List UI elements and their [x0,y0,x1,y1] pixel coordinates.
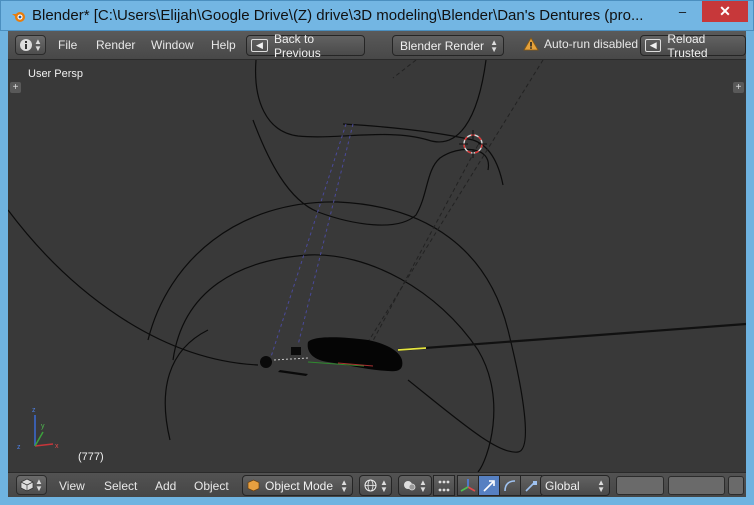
cube-icon [20,478,34,492]
lock-layers-button[interactable] [728,476,744,495]
dashed-line-2 [392,60,417,79]
back-arrow-icon: ◀ [251,39,268,52]
translate-manipulator-button[interactable] [478,475,500,496]
blender-app: ▲ ▼ File Render Window Help ◀ Back to Pre… [8,31,746,497]
minimize-button[interactable]: – [669,1,696,22]
3d-viewport[interactable]: z x y z User Persp + + (777) [8,60,746,472]
curve-big-arc [147,201,527,453]
svg-text:y: y [41,423,45,430]
autorun-warning-label: Auto-run disabled [544,37,639,51]
chevron-updown-icon: ▲ ▼ [490,37,498,54]
transform-axes-icon [460,478,476,492]
svg-text:z: z [17,444,21,451]
chevron-updown-icon: ▲ ▼ [380,477,388,494]
menu-file[interactable]: File [58,38,77,52]
blender-logo-icon [12,12,25,22]
svg-text:z: z [32,407,36,414]
chevron-updown-icon: ▲ ▼ [340,477,348,494]
layers-grid-2[interactable] [668,476,725,495]
pivot-point-select[interactable]: ▲ ▼ [398,475,432,496]
properties-toggle-button[interactable]: + [733,82,744,93]
menu-help[interactable]: Help [211,38,236,52]
editor-type-button[interactable]: ▲ ▼ [16,475,47,495]
curve-arm [342,123,504,186]
back-to-previous-label: Back to Previous [274,31,321,60]
reload-trusted-button[interactable]: ◀ Reload Trusted [640,32,746,60]
chevron-updown-icon: ▲ ▼ [419,477,427,494]
object-mode-icon [247,479,260,492]
warning-icon [523,37,539,51]
blue-dashed-line-2 [297,123,354,346]
menu-add[interactable]: Add [155,479,176,493]
info-icon [20,39,32,51]
viewport-shading-select[interactable]: ▲ ▼ [359,475,392,496]
scale-manipulator-button[interactable] [520,475,542,496]
close-button[interactable]: ✕ [702,1,748,22]
mode-select[interactable]: Object Mode ▲ ▼ [242,475,353,496]
editor-type-button[interactable]: ▲ ▼ [15,35,46,55]
manipulator-toggle-button[interactable] [457,475,479,496]
rotate-manipulator-button[interactable] [499,475,521,496]
selected-edge [397,347,427,351]
move-arrow-icon [483,479,495,492]
back-to-previous-button[interactable]: ◀ Back to Previous [246,32,365,60]
small-object[interactable] [291,347,301,355]
window-titlebar: Blender* [C:\Users\Elijah\Google Drive\(… [0,0,754,31]
rotate-arc-icon [504,479,516,491]
scale-icon [525,480,537,492]
3d-view-header: ▲ ▼ View Select Add Object Object Mode ▲ ▼… [8,472,746,497]
dentures-mesh[interactable] [307,337,403,372]
menu-select[interactable]: Select [104,479,137,493]
white-dashed [273,357,309,361]
curve-left [8,209,259,366]
svg-text:x: x [55,443,59,450]
transform-orientation-select[interactable]: Global ▲ ▼ [540,475,610,496]
frame-number: (777) [78,451,104,463]
mode-value: Object Mode [265,478,334,493]
render-engine-select[interactable]: Blender Render ▲ ▼ [392,35,504,56]
menu-render[interactable]: Render [96,38,135,52]
dots-icon [438,480,450,491]
reload-icon: ◀ [645,39,662,52]
reload-trusted-label: Reload Trusted [667,31,708,60]
empty-object[interactable] [260,356,272,368]
curve-lower-left [164,329,209,441]
window-title: Blender* [C:\Users\Elijah\Google Drive\(… [32,7,644,24]
toolshelf-toggle-button[interactable]: + [10,82,21,93]
chevron-updown-icon: ▲ ▼ [35,477,43,493]
render-engine-value: Blender Render [400,38,485,53]
long-bone-line [397,322,746,352]
chevron-updown-icon: ▲ ▼ [34,37,42,53]
snap-element-button[interactable] [433,475,455,496]
menu-object[interactable]: Object [194,479,229,493]
curve-top [254,60,487,143]
small-bone [278,370,308,376]
viewport-scene[interactable]: z x y z [8,60,746,472]
menu-view[interactable]: View [59,479,85,493]
dashed-line-1 [367,60,544,343]
axis-gizmo-icon: z x y z [17,407,59,451]
info-header: ▲ ▼ File Render Window Help ◀ Back to Pre… [8,31,746,60]
wireframe-sphere-icon [364,479,377,492]
autorun-warning: Auto-run disabled [523,37,638,51]
pivot-icon [404,481,416,491]
orientation-value: Global [545,478,580,493]
menu-window[interactable]: Window [151,38,194,52]
blue-dashed-line-1 [269,123,347,361]
chevron-updown-icon: ▲ ▼ [597,477,605,494]
view-name-label: User Persp [28,68,84,80]
layers-grid-1[interactable] [616,476,664,495]
